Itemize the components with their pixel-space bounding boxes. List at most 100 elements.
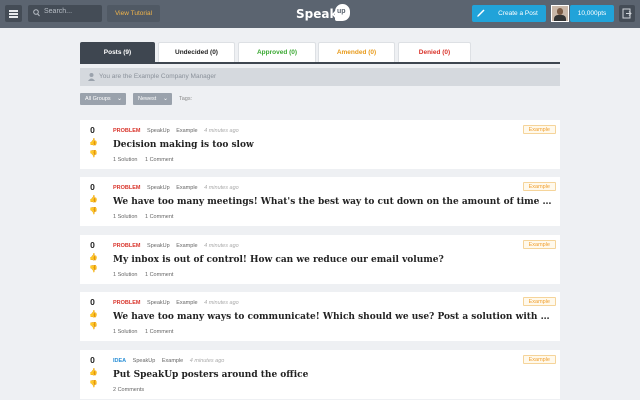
post-time: 4 minutes ago [204,185,239,191]
post-type[interactable]: PROBLEM [113,243,141,249]
group-badge[interactable]: Example [522,240,556,249]
thumbs-up-icon[interactable]: 👍 [89,138,98,146]
top-navigation-bar: Search... View Tutorial Speak up Create … [0,0,640,28]
logout-icon[interactable] [619,5,635,22]
post-stat-primary[interactable]: 2 Comments [113,387,144,393]
post-stat-primary[interactable]: 1 Solution [113,272,137,278]
post-app[interactable]: SpeakUp [147,128,170,134]
logo-bubble: up [335,4,350,21]
points-badge[interactable]: 10,000pts [570,5,614,22]
user-icon [88,73,95,81]
post-stat-secondary[interactable]: 1 Comment [145,329,173,335]
vote-count: 0 [90,182,95,192]
group-badge[interactable]: Example [522,355,556,364]
manager-notice-text: You are the Example Company Manager [99,73,217,80]
tabs-underline [80,62,560,64]
thumbs-up-icon[interactable]: 👍 [89,253,98,261]
search-placeholder: Search... [44,8,73,15]
menu-icon[interactable] [5,5,22,22]
logo-bubble-text: up [337,8,346,15]
post-card[interactable]: 0 👍 👎 PROBLEM SpeakUp Example 4 minutes … [80,292,560,341]
post-group[interactable]: Example [176,185,197,191]
avatar[interactable] [551,5,569,22]
post-stats: 1 Solution 1 Comment [113,214,179,220]
logo-text: Speak [296,7,338,21]
post-title[interactable]: My inbox is out of control! How can we r… [113,255,553,265]
vote-count: 0 [90,240,95,250]
thumbs-down-icon[interactable]: 👎 [89,265,98,273]
post-title[interactable]: We have too many meetings! What's the be… [113,197,553,207]
sort-dropdown[interactable]: Newest ⌄ [133,93,172,105]
post-app[interactable]: SpeakUp [133,358,156,364]
chevron-down-icon: ⌄ [162,96,168,102]
post-stats: 1 Solution 1 Comment [113,329,179,335]
search-input[interactable]: Search... [28,5,102,22]
post-title[interactable]: We have too many ways to communicate! Wh… [113,312,553,322]
vote-count: 0 [90,355,95,365]
post-app[interactable]: SpeakUp [147,300,170,306]
view-tutorial-button[interactable]: View Tutorial [107,5,160,22]
post-card[interactable]: 0 👍 👎 PROBLEM SpeakUp Example 4 minutes … [80,235,560,284]
post-stat-secondary[interactable]: 1 Comment [145,214,173,220]
post-type[interactable]: PROBLEM [113,128,141,134]
vote-widget: 0 👍 👎 [80,292,105,341]
post-stat-secondary[interactable]: 1 Comment [145,272,173,278]
chevron-down-icon: ⌄ [116,96,122,102]
post-stat-primary[interactable]: 1 Solution [113,329,137,335]
post-type[interactable]: PROBLEM [113,185,141,191]
group-badge[interactable]: Example [522,182,556,191]
manager-notice: You are the Example Company Manager [80,68,560,86]
search-icon [33,9,40,17]
post-card[interactable]: 0 👍 👎 PROBLEM SpeakUp Example 4 minutes … [80,177,560,226]
post-title[interactable]: Decision making is too slow [113,140,553,150]
status-tabs: Posts (9) Undecided (0) Approved (0) Ame… [80,42,560,63]
create-post-button[interactable]: Create a Post [490,5,546,22]
vote-widget: 0 👍 👎 [80,177,105,226]
post-card[interactable]: 0 👍 👎 PROBLEM SpeakUp Example 4 minutes … [80,120,560,169]
post-card[interactable]: 0 👍 👎 IDEA SpeakUp Example 4 minutes ago… [80,350,560,399]
post-stat-primary[interactable]: 1 Solution [113,157,137,163]
post-stat-primary[interactable]: 1 Solution [113,214,137,220]
post-app[interactable]: SpeakUp [147,185,170,191]
post-group[interactable]: Example [176,128,197,134]
tab-approved[interactable]: Approved (0) [238,42,316,62]
vote-count: 0 [90,297,95,307]
thumbs-down-icon[interactable]: 👎 [89,380,98,388]
pencil-icon[interactable] [472,5,490,22]
thumbs-up-icon[interactable]: 👍 [89,368,98,376]
group-badge[interactable]: Example [522,125,556,134]
thumbs-up-icon[interactable]: 👍 [89,195,98,203]
post-stats: 1 Solution 1 Comment [113,157,179,163]
post-time: 4 minutes ago [204,300,239,306]
post-stats: 1 Solution 1 Comment [113,272,179,278]
post-group[interactable]: Example [176,243,197,249]
post-meta: IDEA SpeakUp Example 4 minutes ago [113,358,229,364]
vote-widget: 0 👍 👎 [80,235,105,284]
group-badge[interactable]: Example [522,297,556,306]
post-stat-secondary[interactable]: 1 Comment [145,157,173,163]
post-meta: PROBLEM SpeakUp Example 4 minutes ago [113,243,244,249]
thumbs-down-icon[interactable]: 👎 [89,207,98,215]
vote-widget: 0 👍 👎 [80,120,105,169]
vote-count: 0 [90,125,95,135]
post-group[interactable]: Example [176,300,197,306]
post-type[interactable]: IDEA [113,358,126,364]
post-time: 4 minutes ago [204,128,239,134]
post-type[interactable]: PROBLEM [113,300,141,306]
sort-dropdown-label: Newest [138,96,157,102]
post-stats: 2 Comments [113,387,156,393]
post-time: 4 minutes ago [189,358,225,364]
thumbs-down-icon[interactable]: 👎 [89,150,98,158]
post-app[interactable]: SpeakUp [147,243,170,249]
post-title[interactable]: Put SpeakUp posters around the office [113,370,553,380]
post-group[interactable]: Example [162,358,183,364]
groups-dropdown-label: All Groups [85,96,111,102]
thumbs-down-icon[interactable]: 👎 [89,322,98,330]
thumbs-up-icon[interactable]: 👍 [89,310,98,318]
tab-undecided[interactable]: Undecided (0) [158,42,235,62]
tab-denied[interactable]: Denied (0) [398,42,471,62]
vote-widget: 0 👍 👎 [80,350,105,399]
tab-posts[interactable]: Posts (9) [80,42,155,62]
groups-dropdown[interactable]: All Groups ⌄ [80,93,126,105]
tab-amended[interactable]: Amended (0) [318,42,395,62]
